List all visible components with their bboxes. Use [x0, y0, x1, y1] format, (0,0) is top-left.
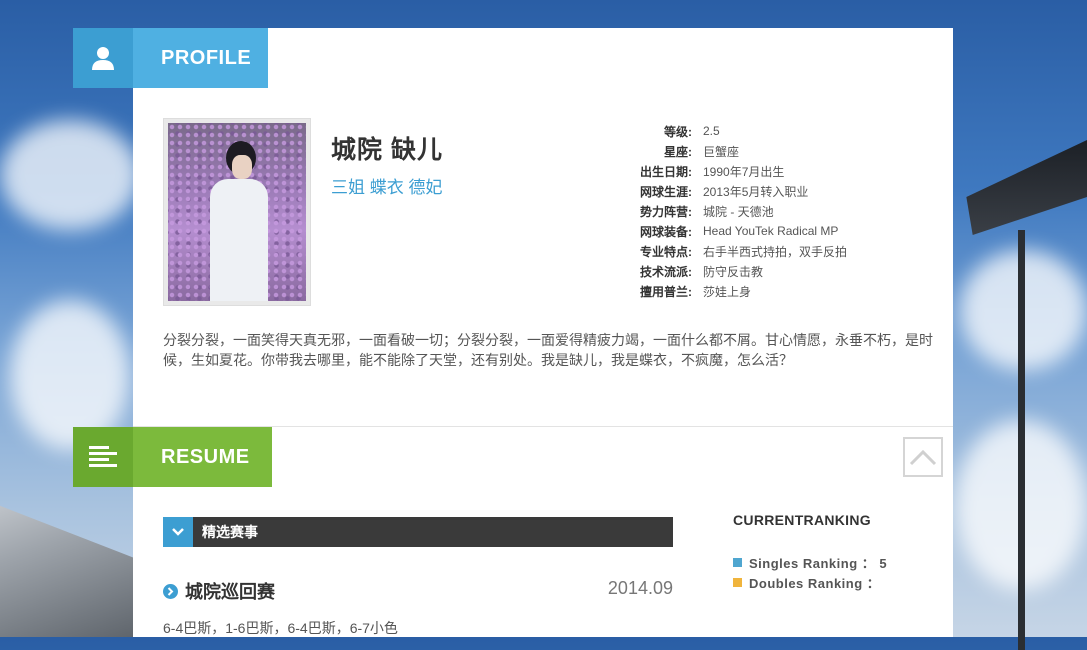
floodlights [966, 140, 1087, 235]
player-name: 城院 缺儿 [331, 136, 443, 164]
ranking-item: Singles Ranking ： 5 [733, 552, 887, 572]
info-row: 等级: 2.5 [600, 121, 847, 141]
event-item[interactable]: 城院巡回赛 2014.09 6-4巴斯，1-6巴斯，6-4巴斯，6-7小色 [163, 578, 673, 638]
player-alias: 三姐 蝶衣 德妃 [331, 178, 443, 197]
info-key: 技术流派: [640, 264, 692, 279]
info-key: 星座: [664, 144, 692, 159]
featured-events-bar[interactable]: 精选赛事 [163, 517, 673, 547]
info-key: 网球装备: [640, 224, 692, 239]
info-key: 势力阵营: [640, 204, 692, 219]
user-icon [73, 28, 133, 88]
profile-photo [163, 118, 311, 306]
resume-section-title: RESUME [133, 427, 272, 487]
info-value: 2013年5月转入职业 [703, 184, 809, 199]
info-value: 防守反击教 [703, 264, 764, 279]
event-date: 2014.09 [607, 578, 673, 598]
info-value: 城院 - 天德池 [703, 204, 774, 219]
profile-bio: 分裂分裂，一面笑得天真无邪，一面看破一切；分裂分裂，一面爱得精疲力竭，一面什么都… [163, 332, 933, 368]
info-key: 擅用普兰: [640, 284, 692, 299]
info-row: 势力阵营: 城院 - 天德池 [600, 201, 847, 221]
event-score: 6-4巴斯，1-6巴斯，6-4巴斯，6-7小色 [163, 620, 398, 636]
profile-section-title: PROFILE [133, 28, 268, 88]
ranking-item: Doubles Ranking ： [733, 572, 887, 592]
info-value: 巨蟹座 [703, 144, 740, 159]
back-to-top-button[interactable] [903, 437, 943, 477]
info-row: 技术流派: 防守反击教 [600, 261, 847, 281]
info-key: 等级: [664, 124, 692, 139]
event-title: 城院巡回赛 [185, 582, 275, 602]
cloud [0, 120, 140, 230]
list-icon [73, 427, 133, 487]
ranking-label: Doubles Ranking ： [749, 575, 881, 591]
chevron-up-icon [909, 449, 937, 466]
info-row: 网球生涯: 2013年5月转入职业 [600, 181, 847, 201]
info-value: 2.5 [703, 124, 720, 138]
info-key: 出生日期: [640, 164, 692, 179]
info-value: 1990年7月出生 [703, 164, 785, 179]
chevron-right-icon [163, 583, 178, 599]
info-row: 出生日期: 1990年7月出生 [600, 161, 847, 181]
info-row: 专业特点: 右手半西式持拍，双手反拍 [600, 241, 847, 261]
stadium-roof [0, 505, 140, 637]
info-key: 专业特点: [640, 244, 692, 259]
ranking-list: Singles Ranking ： 5 Doubles Ranking ： [733, 552, 887, 592]
profile-info-list: 等级: 2.5 星座: 巨蟹座 出生日期: 1990年7月出生 网球生涯: 2013年5月转入… [600, 121, 847, 301]
light-pole [1018, 230, 1025, 650]
info-row: 擅用普兰: 莎娃上身 [600, 281, 847, 301]
ranking-label: Singles Ranking ： 5 [749, 555, 888, 571]
ranking-title: CURRENTRANKING [733, 512, 871, 528]
square-bullet-icon [733, 577, 742, 587]
featured-events-label: 精选赛事 [202, 524, 258, 540]
info-row: 网球装备: Head YouTek Radical MP [600, 221, 847, 241]
info-value: Head YouTek Radical MP [703, 224, 839, 238]
square-bullet-icon [733, 557, 742, 567]
chevron-down-icon [163, 517, 193, 547]
info-value: 右手半西式持拍，双手反拍 [703, 244, 848, 259]
info-value: 莎娃上身 [703, 284, 752, 299]
info-key: 网球生涯: [640, 184, 692, 199]
info-row: 星座: 巨蟹座 [600, 141, 847, 161]
